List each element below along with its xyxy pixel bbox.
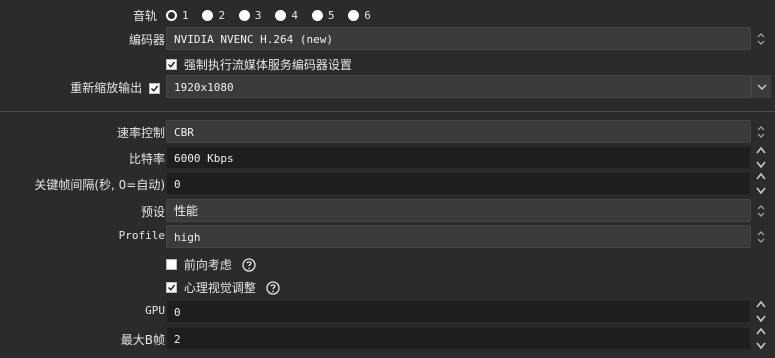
bitrate-spin-buttons[interactable] xyxy=(751,146,771,169)
profile-row: Profile high xyxy=(0,225,775,248)
spin-down-icon xyxy=(756,187,766,195)
bitrate-spinbox[interactable]: 6000 Kbps xyxy=(166,146,751,169)
audio-track-radios: 1 2 3 4 5 6 xyxy=(166,8,381,22)
radio-track-2[interactable]: 2 xyxy=(202,8,235,22)
spin-up-icon xyxy=(756,300,766,308)
radio-dot[interactable] xyxy=(275,10,287,21)
spin-up-icon xyxy=(756,327,766,335)
lookahead-row: 前向考虑 xyxy=(0,254,775,274)
radio-track-4[interactable]: 4 xyxy=(275,8,308,22)
preset-updown-icon[interactable] xyxy=(751,199,771,222)
audio-track-row: 音轨 1 2 3 4 5 6 xyxy=(0,6,775,24)
radio-dot[interactable] xyxy=(311,10,323,21)
psycho-row: 心理视觉调整 xyxy=(0,277,775,297)
rescale-row: 重新缩放输出 1920x1080 xyxy=(0,75,775,98)
keyframe-spinbox[interactable]: 0 xyxy=(166,172,751,195)
bitrate-row: 比特率 6000 Kbps xyxy=(0,146,775,169)
gpu-label: GPU xyxy=(145,304,165,317)
encoder-label: 编码器 xyxy=(128,33,165,47)
radio-track-3[interactable]: 3 xyxy=(238,8,272,22)
psycho-label: 心理视觉调整 xyxy=(183,281,256,295)
checkbox-unchecked[interactable] xyxy=(166,259,177,270)
max-bframes-row: 最大B帧 2 xyxy=(0,327,775,350)
checkmark-icon xyxy=(150,85,159,92)
rate-control-select[interactable]: CBR xyxy=(166,120,751,143)
max-bframes-spinbox[interactable]: 2 xyxy=(166,327,751,350)
radio-dot[interactable] xyxy=(238,10,250,21)
rate-control-updown-icon[interactable] xyxy=(751,120,771,143)
spin-up-icon xyxy=(756,172,766,180)
bitrate-label: 比特率 xyxy=(128,152,165,166)
radio-track-1[interactable]: 1 xyxy=(166,8,199,22)
rate-control-row: 速率控制 CBR xyxy=(0,120,775,143)
rescale-resolution-combo[interactable]: 1920x1080 xyxy=(166,75,751,98)
spin-down-icon xyxy=(756,161,766,169)
radio-dot-selected[interactable] xyxy=(166,10,177,21)
spin-down-icon xyxy=(756,342,766,350)
preset-row: 预设 性能 xyxy=(0,199,775,222)
gpu-spin-buttons[interactable] xyxy=(751,300,771,323)
profile-select[interactable]: high xyxy=(166,225,751,248)
checkmark-icon xyxy=(167,61,176,68)
max-bframes-spin-buttons[interactable] xyxy=(751,327,771,350)
keyframe-row: 关键帧间隔(秒, 0=自动) 0 xyxy=(0,172,775,195)
radio-dot[interactable] xyxy=(348,10,360,21)
enforce-stream-label: 强制执行流媒体服务编码器设置 xyxy=(183,58,352,72)
spin-down-icon xyxy=(756,315,766,323)
keyframe-spin-buttons[interactable] xyxy=(751,172,771,195)
checkmark-icon xyxy=(167,284,176,291)
encoder-row: 编码器 NVIDIA NVENC H.264 (new) xyxy=(0,27,775,50)
help-icon[interactable] xyxy=(242,257,256,272)
rescale-checkbox[interactable] xyxy=(149,83,160,94)
encoder-updown-icon[interactable] xyxy=(751,27,771,50)
spin-up-icon xyxy=(756,146,766,154)
help-icon[interactable] xyxy=(266,280,280,295)
checkbox-checked[interactable] xyxy=(166,282,177,293)
radio-track-5[interactable]: 5 xyxy=(311,8,345,22)
rate-control-label: 速率控制 xyxy=(116,126,165,140)
enforce-stream-checkbox[interactable]: 强制执行流媒体服务编码器设置 xyxy=(166,56,352,73)
rescale-label: 重新缩放输出 xyxy=(70,79,160,96)
gpu-spinbox[interactable]: 0 xyxy=(166,300,751,323)
enforce-stream-row: 强制执行流媒体服务编码器设置 xyxy=(0,54,775,72)
psycho-checkbox[interactable]: 心理视觉调整 xyxy=(166,279,280,296)
lookahead-checkbox[interactable]: 前向考虑 xyxy=(166,256,256,273)
gpu-row: GPU 0 xyxy=(0,300,775,323)
profile-updown-icon[interactable] xyxy=(751,225,771,248)
rescale-dropdown-icon[interactable] xyxy=(751,75,771,98)
preset-select[interactable]: 性能 xyxy=(166,199,751,222)
lookahead-label: 前向考虑 xyxy=(183,258,232,272)
radio-track-6[interactable]: 6 xyxy=(348,8,381,22)
preset-label: 预设 xyxy=(140,205,165,219)
keyframe-label: 关键帧间隔(秒, 0=自动) xyxy=(34,178,165,192)
section-divider xyxy=(0,111,775,112)
audio-track-label: 音轨 xyxy=(132,9,157,23)
profile-label: Profile xyxy=(118,229,165,242)
max-bframes-label: 最大B帧 xyxy=(120,333,165,347)
radio-dot[interactable] xyxy=(202,10,214,21)
encoder-select[interactable]: NVIDIA NVENC H.264 (new) xyxy=(166,27,751,50)
checkbox-checked[interactable] xyxy=(166,59,177,70)
